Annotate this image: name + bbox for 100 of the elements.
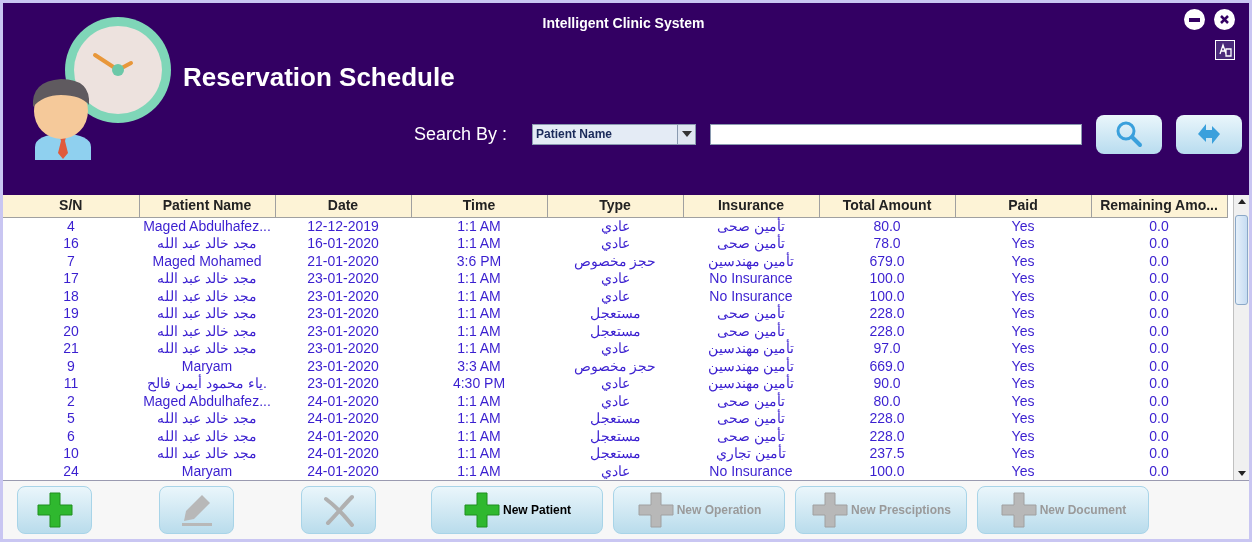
table-cell: 12-12-2019	[275, 217, 411, 235]
window-title: Intelligent Clinic System	[542, 14, 705, 33]
table-cell-text: 1:1 AM	[456, 462, 502, 480]
table-cell: تأمين صحى	[683, 217, 819, 235]
table-cell-text: 0.0	[1148, 270, 1170, 288]
table-cell-text: Yes	[1010, 410, 1036, 428]
table-cell-text: 24	[62, 462, 80, 480]
table-cell-text: 0.0	[1148, 305, 1170, 323]
search-icon	[1114, 120, 1144, 148]
search-label: Search By :	[414, 122, 509, 146]
table-cell-text: عادي	[599, 462, 631, 480]
table-cell-text: Yes	[1010, 252, 1036, 270]
table-cell-text: No Insurance	[708, 270, 794, 288]
table-cell-text: 237.5	[868, 445, 906, 463]
table-cell: 1:1 AM	[411, 217, 547, 235]
table-cell-text: Yes	[1010, 340, 1036, 358]
plus-icon	[811, 491, 849, 529]
table-cell-text: Yes	[1010, 357, 1036, 375]
column-header[interactable]: Type	[547, 195, 683, 217]
table-cell-text: 23-01-2020	[306, 287, 380, 305]
table-cell-text: 228.0	[868, 305, 906, 323]
close-button[interactable]	[1214, 9, 1235, 30]
table-cell-text: 18	[62, 287, 80, 305]
table-cell: 4	[3, 217, 139, 235]
table-cell-text: 80.0	[872, 392, 902, 410]
plus-icon	[636, 491, 675, 529]
search-field[interactable]	[710, 123, 1082, 145]
table-cell: 80.0	[819, 217, 955, 235]
column-header[interactable]: Time	[411, 195, 547, 217]
table-cell-text: 24-01-2020	[306, 462, 380, 480]
table-cell-text: 1:1 AM	[456, 270, 502, 288]
column-header[interactable]: Insurance	[683, 195, 819, 217]
column-header[interactable]: Total Amount	[819, 195, 955, 217]
column-header[interactable]: Remaining Amo...	[1091, 195, 1227, 217]
translate-button[interactable]	[1215, 40, 1235, 60]
table-cell-text: 23-01-2020	[306, 270, 380, 288]
table-cell: Yes	[955, 217, 1091, 235]
table-cell-text: 228.0	[868, 410, 906, 428]
table-cell-text: 0.0	[1148, 462, 1170, 480]
search-button[interactable]	[1096, 114, 1162, 154]
table-cell-text: 23-01-2020	[306, 322, 380, 340]
table-cell-text: مجد خالد عبد الله	[156, 287, 258, 305]
scrollbar[interactable]	[1233, 195, 1249, 480]
table-cell-text: Yes	[1010, 305, 1036, 323]
column-header[interactable]: S/N	[3, 195, 139, 217]
table-cell-text: Yes	[1010, 375, 1036, 393]
toolbar-button[interactable]: New Patient	[431, 486, 603, 534]
column-header[interactable]: Patient Name	[139, 195, 275, 217]
minimize-button[interactable]	[1184, 9, 1205, 30]
table-cell: تأمين صحى	[683, 322, 819, 340]
table-cell-text: حجز مخصوص	[572, 357, 658, 375]
table-cell-text: Yes	[1010, 270, 1036, 288]
column-header[interactable]: Date	[275, 195, 411, 217]
table-cell-text: 100.0	[868, 462, 906, 480]
table-cell-text: Maryam	[181, 357, 234, 375]
table-cell-text: 0.0	[1148, 357, 1170, 375]
table-cell-text: 16	[62, 235, 80, 253]
table-cell-text: 0.0	[1148, 445, 1170, 463]
table-cell-text: 1:1 AM	[456, 427, 502, 445]
table-cell-text: 6	[66, 427, 76, 445]
table-cell-text: 0.0	[1148, 392, 1170, 410]
table-cell-text: Yes	[1010, 287, 1036, 305]
table-cell-text: 3:3 AM	[456, 357, 502, 375]
table-cell: عادي	[547, 270, 683, 288]
table-cell-text: Yes	[1010, 427, 1036, 445]
table-cell-text: 23-01-2020	[306, 357, 380, 375]
table-cell-text: Yes	[1010, 235, 1036, 253]
translate-icon	[1218, 43, 1232, 57]
table-cell-text: تأمين تجاري	[715, 445, 787, 463]
table-cell: تأمين صحى	[683, 235, 819, 253]
table-cell-text: 1:1 AM	[456, 235, 502, 253]
table-cell-text: 10	[62, 445, 80, 463]
icon-button[interactable]	[17, 486, 92, 534]
table-cell-text: 24-01-2020	[306, 392, 380, 410]
table-cell-text: No Insurance	[708, 287, 794, 304]
table-cell-text: ياء محمود أيمن فالح.	[146, 375, 268, 393]
table-cell-text: Yes	[1010, 462, 1036, 480]
refresh-button[interactable]	[1176, 114, 1242, 154]
table-cell-text: 100.0	[868, 270, 906, 288]
table-cell-text: 17	[62, 270, 80, 288]
column-header[interactable]: Paid	[955, 195, 1091, 217]
table-cell-text: 90.0	[872, 375, 902, 393]
table-cell-text: تأمين صحى	[716, 305, 786, 322]
table-cell-text: تأمين مهندسين	[706, 375, 796, 392]
table-cell-text: 1:1 AM	[456, 305, 502, 323]
table-cell-text: مجد خالد عبد الله	[156, 410, 258, 428]
search-by-dropdown[interactable]: Patient Name	[532, 123, 696, 145]
table-cell-text: 679.0	[868, 252, 906, 270]
close-icon	[1219, 14, 1230, 25]
table-cell-text: مجد خالد عبد الله	[156, 445, 258, 463]
table-cell-text: 228.0	[868, 427, 906, 445]
table-cell-text: مجد خالد عبد الله	[156, 305, 258, 323]
table-cell-text: Yes	[1010, 322, 1036, 340]
caret-icon	[681, 131, 692, 137]
table-cell-text: 1:1 AM	[456, 445, 502, 463]
table-cell-text: عادي	[599, 392, 631, 410]
table-cell-text: 2	[66, 392, 76, 410]
table-cell-text: 1:1 AM	[456, 340, 502, 358]
table-cell-text: مجد خالد عبد الله	[156, 322, 258, 340]
table-cell-text: عادي	[599, 340, 631, 358]
